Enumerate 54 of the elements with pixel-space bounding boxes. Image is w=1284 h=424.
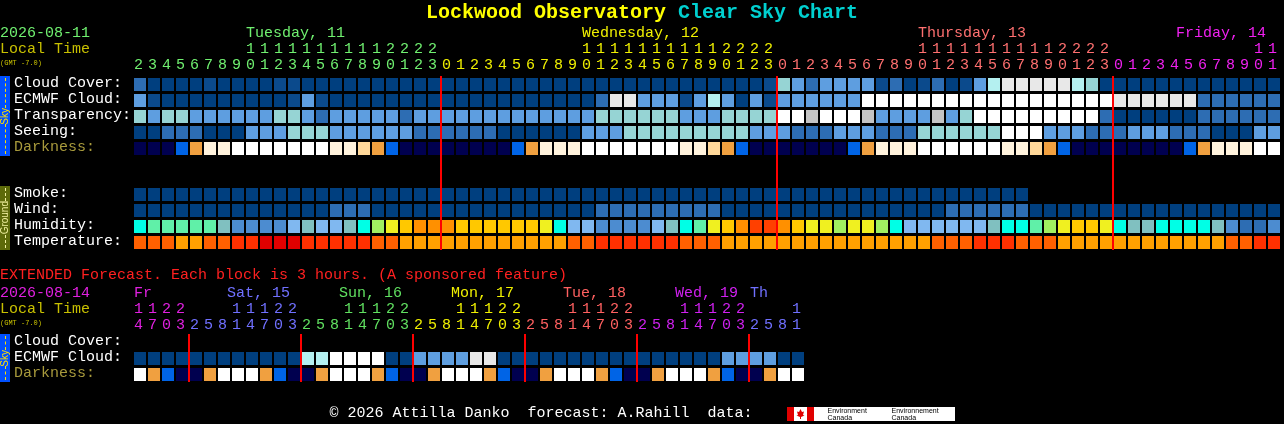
hour-tens: 1122 bbox=[134, 302, 190, 318]
hour-units: 012345678901234567890123 bbox=[442, 58, 779, 74]
row-label: ECMWF Cloud: bbox=[14, 350, 124, 366]
hour-units: 25814703 bbox=[526, 318, 638, 334]
day-label: Mon, 17 bbox=[451, 286, 514, 302]
credit-text: © 2026 Attilla Danko forecast: A.Rahill data: bbox=[329, 406, 753, 422]
row-label: Transparency: bbox=[14, 108, 133, 124]
row-label: Smoke: bbox=[14, 186, 69, 202]
hour-tens: 11122 bbox=[567, 302, 638, 318]
row-label: Cloud Cover: bbox=[14, 334, 124, 350]
day-label: Tuesday, 11 bbox=[246, 26, 346, 42]
day-label: Sat, 15 bbox=[227, 286, 290, 302]
row-label: Temperature: bbox=[14, 234, 124, 250]
hour-tens: 11122 bbox=[679, 302, 750, 318]
day-label: Tue, 18 bbox=[563, 286, 626, 302]
forecast-date: 2026-08-14 bbox=[0, 286, 91, 302]
day-label: Th bbox=[750, 286, 768, 302]
hour-tens: 11122 bbox=[343, 302, 414, 318]
row-label: ECMWF Cloud: bbox=[14, 92, 124, 108]
hour-tens: 11 bbox=[1253, 42, 1283, 58]
row-label: Darkness: bbox=[14, 366, 96, 382]
time-label: Local Time bbox=[0, 42, 91, 58]
hour-units: 2345678901234567890123 bbox=[134, 58, 443, 74]
hour-tens: 11111111112222 bbox=[581, 42, 779, 58]
row-label: Cloud Cover: bbox=[14, 76, 124, 92]
hour-units: 25814703 bbox=[302, 318, 414, 334]
row-label: Wind: bbox=[14, 202, 60, 218]
hour-units: 012345678901 bbox=[1114, 58, 1283, 74]
day-label: Sun, 16 bbox=[339, 286, 402, 302]
hour-tens: 1 bbox=[791, 302, 806, 318]
hour-tens: 11111111112222 bbox=[917, 42, 1115, 58]
hour-units: 25814703 bbox=[638, 318, 750, 334]
row-label: Seeing: bbox=[14, 124, 78, 140]
hour-units: 25814703 bbox=[190, 318, 302, 334]
hour-tens: 11111111112222 bbox=[245, 42, 443, 58]
hour-tens: 11122 bbox=[455, 302, 526, 318]
hour-tens: 11122 bbox=[231, 302, 302, 318]
chart-title: Clear Sky Chart bbox=[678, 1, 859, 25]
flag-icon bbox=[786, 407, 814, 421]
row-label: Humidity: bbox=[14, 218, 96, 234]
hour-units: 4703 bbox=[134, 318, 190, 334]
day-label: Friday, 14 bbox=[1176, 26, 1266, 42]
day-label: Wed, 19 bbox=[675, 286, 738, 302]
extended-note: EXTENDED Forecast. Each block is 3 hours. (A sponsored feature) bbox=[0, 268, 569, 284]
time-label: Local Time bbox=[0, 302, 91, 318]
forecast-date: 2026-08-11 bbox=[0, 26, 91, 42]
hour-units: 25814703 bbox=[414, 318, 526, 334]
day-label: Thursday, 13 bbox=[918, 26, 1027, 42]
site-title: Lockwood Observatory bbox=[425, 1, 666, 25]
day-label: Wednesday, 12 bbox=[582, 26, 700, 42]
day-label: Fr bbox=[134, 286, 152, 302]
hour-units: 012345678901234567890123 bbox=[778, 58, 1115, 74]
row-label: Darkness: bbox=[14, 140, 96, 156]
hour-units: 2581 bbox=[750, 318, 806, 334]
